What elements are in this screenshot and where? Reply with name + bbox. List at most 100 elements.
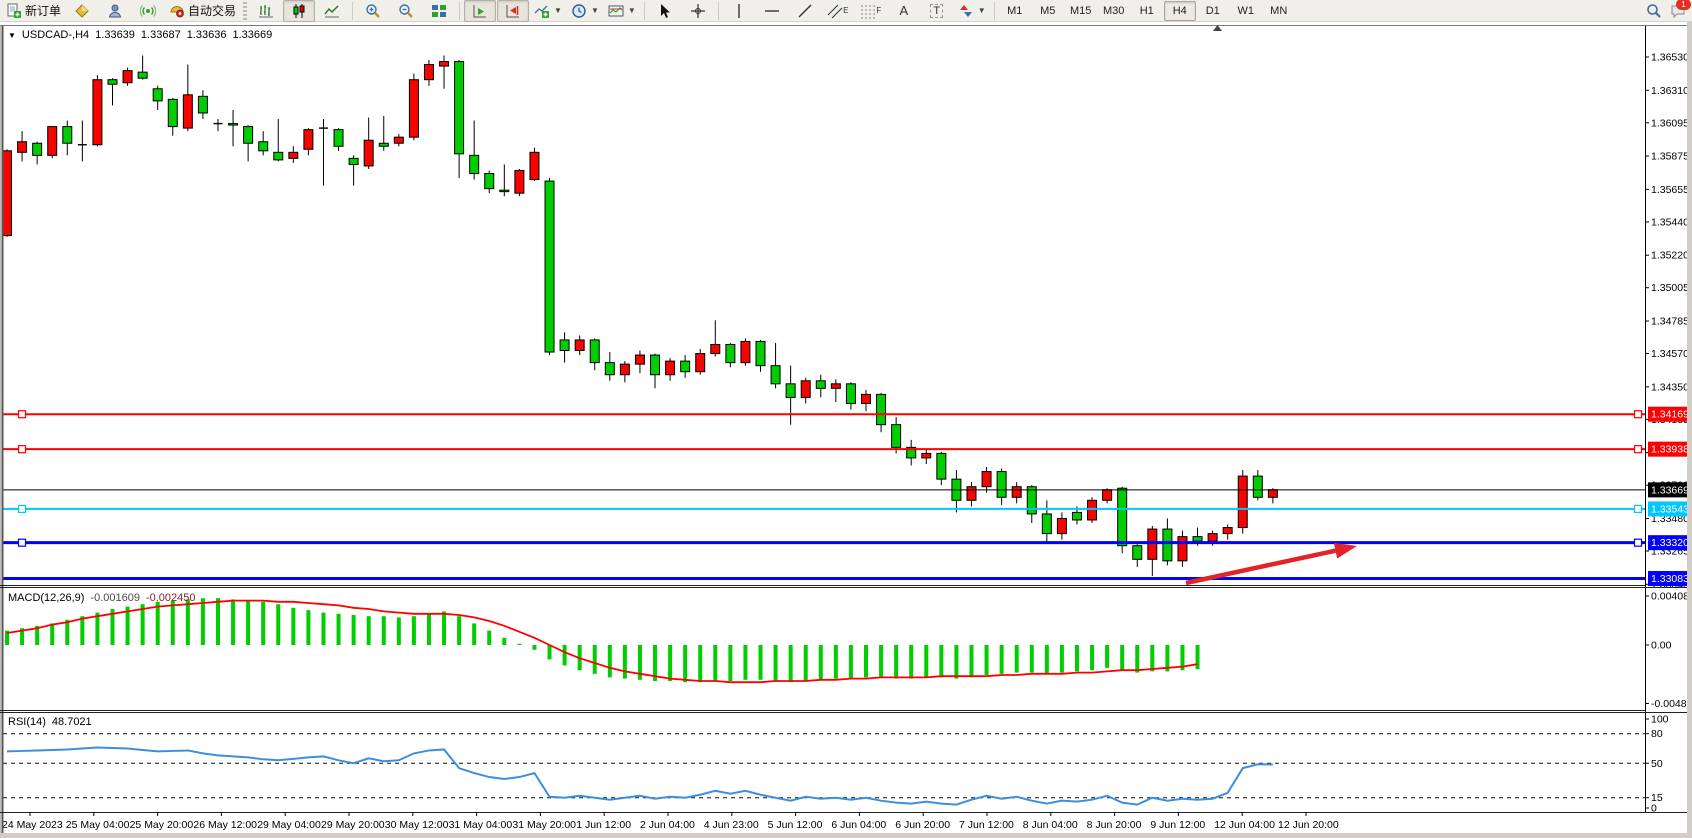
macd-histogram-bar (1090, 645, 1094, 670)
macd-histogram-bar (397, 617, 401, 645)
candle-body (1042, 514, 1051, 534)
candle-body (590, 340, 599, 363)
candle-body (424, 65, 433, 80)
macd-histogram-bar (291, 608, 295, 645)
candle-body (1178, 537, 1187, 561)
time-tick-label: 5 Jun 12:00 (768, 819, 823, 831)
macd-histogram-bar (412, 616, 416, 645)
price-tick-label: 1.34570 (1651, 348, 1689, 360)
candle-body (440, 62, 449, 67)
macd-histogram-bar (1045, 645, 1049, 674)
low-value: 1.33636 (187, 29, 227, 41)
chart-canvas[interactable]: 1.365301.363101.360951.358751.356551.354… (0, 0, 1692, 838)
price-tick-label: 1.36095 (1651, 117, 1689, 129)
macd-histogram-bar (713, 645, 717, 681)
candle-body (48, 127, 57, 156)
time-tick-label: 30 May 12:00 (385, 819, 449, 831)
rsi-title: RSI(14) (8, 716, 46, 728)
candle-body (530, 152, 539, 179)
line-drag-handle[interactable] (19, 446, 26, 453)
candle-body (33, 143, 42, 155)
candle-body (183, 95, 192, 128)
time-tick-label: 7 Jun 12:00 (959, 819, 1014, 831)
candle-body (500, 190, 509, 192)
candle-body (18, 142, 27, 153)
macd-histogram-bar (1105, 645, 1109, 668)
macd-histogram-bar (909, 645, 913, 679)
candle-body (892, 425, 901, 448)
price-tick-label: 1.35440 (1651, 216, 1689, 228)
candle-body (1072, 512, 1081, 520)
macd-histogram-bar (608, 645, 612, 677)
window-right-edge (1687, 22, 1692, 838)
open-value: 1.33639 (95, 29, 135, 41)
macd-signal-value: -0.002450 (146, 592, 196, 604)
macd-histogram-bar (593, 645, 597, 674)
price-line-label: 1.33083 (1651, 573, 1689, 585)
candle-body (635, 355, 644, 364)
candle-body (259, 142, 268, 151)
macd-histogram-bar (1030, 645, 1034, 673)
macd-tick-label: -0.004872 (1651, 698, 1692, 710)
macd-histogram-bar (1075, 645, 1079, 671)
chart-menu-icon[interactable]: ▼ (8, 31, 16, 40)
time-tick-label: 29 May 04:00 (257, 819, 321, 831)
macd-histogram-bar (517, 644, 521, 645)
time-tick-label: 31 May 20:00 (512, 819, 576, 831)
macd-histogram-bar (969, 645, 973, 677)
price-tick-label: 1.35005 (1651, 282, 1689, 294)
candle-body (1118, 488, 1127, 545)
macd-histogram-bar (532, 645, 536, 650)
candle-body (846, 384, 855, 404)
macd-histogram-bar (141, 604, 145, 645)
rsi-header: RSI(14)48.7021 (8, 716, 92, 728)
line-drag-handle[interactable] (19, 411, 26, 418)
macd-histogram-bar (80, 616, 84, 645)
time-tick-label: 1 Jun 12:00 (576, 819, 631, 831)
macd-main-value: -0.001609 (90, 592, 140, 604)
candle-body (651, 355, 660, 375)
candle-body (1103, 490, 1112, 501)
macd-histogram-bar (1196, 645, 1200, 669)
macd-histogram-bar (1135, 645, 1139, 673)
line-drag-handle[interactable] (1635, 539, 1642, 546)
line-drag-handle[interactable] (1635, 446, 1642, 453)
macd-histogram-bar (261, 602, 265, 645)
candle-body (1012, 487, 1021, 498)
time-tick-label: 12 Jun 20:00 (1278, 819, 1339, 831)
macd-histogram-bar (1120, 645, 1124, 670)
window-bottom-edge (0, 833, 1692, 838)
candle-body (455, 62, 464, 154)
close-value: 1.33669 (232, 29, 272, 41)
macd-histogram-bar (668, 645, 672, 681)
chart-plot-area[interactable] (3, 26, 1645, 833)
macd-histogram-bar (276, 604, 280, 645)
price-tick-label: 1.34785 (1651, 316, 1689, 328)
macd-histogram-bar (819, 645, 823, 680)
macd-histogram-bar (246, 601, 250, 645)
time-tick-label: 26 May 12:00 (193, 819, 257, 831)
macd-header: MACD(12,26,9)-0.001609-0.002450 (8, 592, 196, 604)
candle-body (304, 130, 313, 150)
macd-histogram-bar (623, 645, 627, 679)
line-drag-handle[interactable] (1635, 411, 1642, 418)
candle-body (967, 487, 976, 501)
macd-histogram-bar (849, 645, 853, 679)
candle-body (997, 472, 1006, 498)
chart-title-bar: ▼ USDCAD-,H4 1.33639 1.33687 1.33636 1.3… (8, 29, 272, 41)
candle-body (681, 361, 690, 372)
line-drag-handle[interactable] (19, 505, 26, 512)
macd-histogram-bar (804, 645, 808, 681)
candle-body (545, 181, 554, 352)
candle-body (409, 80, 418, 137)
line-drag-handle[interactable] (19, 539, 26, 546)
time-tick-label: 8 Jun 04:00 (1023, 819, 1078, 831)
macd-histogram-bar (894, 645, 898, 679)
candle-body (801, 381, 810, 398)
candle-body (575, 340, 584, 351)
rsi-tick-label: 50 (1651, 758, 1663, 770)
candle-body (741, 341, 750, 362)
time-tick-label: 4 Jun 23:00 (704, 819, 759, 831)
price-tick-label: 1.35655 (1651, 184, 1689, 196)
line-drag-handle[interactable] (1635, 505, 1642, 512)
